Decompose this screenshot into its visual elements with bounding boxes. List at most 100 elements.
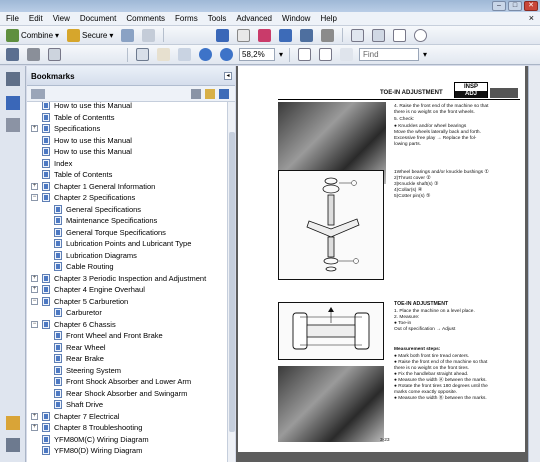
zoom-tool-button[interactable]: [176, 47, 193, 62]
text-field-button[interactable]: [349, 28, 366, 43]
bookmark-item[interactable]: Index: [31, 158, 72, 169]
checkbox-tool-button[interactable]: [391, 28, 408, 43]
expand-icon[interactable]: +: [31, 412, 38, 420]
close-document-icon[interactable]: ×: [529, 13, 534, 23]
delete-bookmark-icon[interactable]: [191, 89, 201, 99]
menu-help[interactable]: Help: [320, 14, 336, 23]
bookmark-item[interactable]: + Specifications: [31, 123, 100, 134]
save-button[interactable]: [4, 47, 21, 62]
email-button[interactable]: [46, 47, 63, 62]
menu-tools[interactable]: Tools: [208, 14, 227, 23]
chevron-down-icon[interactable]: ▾: [423, 50, 427, 59]
menu-edit[interactable]: Edit: [29, 14, 43, 23]
button-tool-button[interactable]: [370, 28, 387, 43]
bookmark-label: How to use this Manual: [54, 135, 132, 145]
bookmark-item[interactable]: Rear Wheel: [43, 342, 106, 353]
comments-panel-icon[interactable]: [6, 416, 20, 430]
bookmark-item[interactable]: Table of Contents: [31, 169, 112, 180]
collapse-icon[interactable]: −: [31, 194, 38, 201]
select-tool-button-2[interactable]: [134, 47, 151, 62]
expand-icon[interactable]: +: [31, 286, 38, 293]
pages-panel-icon[interactable]: [6, 72, 20, 86]
bookmark-item[interactable]: − Chapter 2 Specifications: [31, 192, 135, 203]
link-tool-button[interactable]: [256, 28, 273, 43]
crop-tool-button[interactable]: [298, 28, 315, 43]
review-button[interactable]: [140, 28, 157, 43]
bookmark-item[interactable]: YFM80(D) Wiring Diagram: [31, 445, 142, 456]
bookmark-item[interactable]: − Chapter 6 Chassis: [31, 319, 116, 330]
bookmark-item[interactable]: Lubrication Diagrams: [43, 250, 137, 261]
zoom-in-button[interactable]: [218, 47, 235, 62]
javascript-button[interactable]: [319, 28, 336, 43]
menu-file[interactable]: File: [6, 14, 19, 23]
menu-view[interactable]: View: [53, 14, 70, 23]
new-bookmark-icon[interactable]: [205, 89, 215, 99]
bookmark-item[interactable]: Shaft Drive: [43, 399, 103, 410]
attachments-panel-icon[interactable]: [6, 438, 20, 452]
close-window-icon[interactable]: ✕: [524, 1, 538, 11]
chevron-down-icon[interactable]: ▾: [279, 50, 283, 59]
combine-button[interactable]: Combine ▾: [4, 28, 61, 43]
bookmark-item[interactable]: Front Wheel and Front Brake: [43, 330, 163, 341]
zoom-out-button[interactable]: [197, 47, 214, 62]
bookmark-item[interactable]: Rear Shock Absorber and Swingarm: [43, 388, 187, 399]
page-fit-button[interactable]: [296, 47, 313, 62]
menu-comments[interactable]: Comments: [126, 14, 165, 23]
bookmark-item[interactable]: How to use this Manual: [31, 146, 132, 157]
print-button[interactable]: [25, 47, 42, 62]
expand-icon[interactable]: +: [31, 125, 38, 132]
section-line-1: 2. Measure:: [394, 315, 420, 320]
expand-icon[interactable]: +: [31, 274, 38, 282]
bookmark-item[interactable]: How to use this Manual: [31, 102, 132, 111]
bookmark-item[interactable]: + Chapter 4 Engine Overhaul: [31, 284, 145, 295]
collapse-icon[interactable]: −: [31, 320, 38, 328]
minimize-icon[interactable]: –: [492, 1, 506, 11]
maximize-icon[interactable]: □: [508, 1, 522, 11]
bookmark-item[interactable]: Steering System: [43, 365, 121, 376]
menu-advanced[interactable]: Advanced: [236, 14, 272, 23]
scroll-thumb[interactable]: [229, 132, 235, 432]
menu-window[interactable]: Window: [282, 14, 310, 23]
bookmark-item[interactable]: + Chapter 7 Electrical: [31, 411, 119, 422]
bookmark-item[interactable]: + Chapter 1 General Information: [31, 181, 155, 192]
signatures-panel-icon[interactable]: [6, 118, 20, 132]
bookmarks-toolbar: [27, 86, 235, 102]
bookmark-item[interactable]: General Specifications: [43, 204, 141, 215]
bookmarks-scrollbar[interactable]: [227, 102, 235, 462]
bookmark-item[interactable]: YFM80M(C) Wiring Diagram: [31, 434, 149, 445]
bookmark-item[interactable]: Front Shock Absorber and Lower Arm: [43, 376, 191, 387]
form-tool-button[interactable]: [277, 28, 294, 43]
menu-document[interactable]: Document: [80, 14, 116, 23]
ok-button[interactable]: [235, 28, 252, 43]
secure-button[interactable]: Secure ▾: [65, 28, 115, 43]
bookmark-item[interactable]: Rear Brake: [43, 353, 104, 364]
select-tool-button[interactable]: [214, 28, 231, 43]
expand-icon[interactable]: +: [31, 182, 38, 190]
bookmark-item[interactable]: General Torque Specifications: [43, 227, 166, 238]
bookmark-item[interactable]: − Chapter 5 Carburetion: [31, 296, 128, 307]
bookmarks-panel-icon[interactable]: [6, 96, 20, 110]
bookmark-item[interactable]: Cable Routing: [43, 261, 114, 272]
rotate-button[interactable]: [338, 47, 355, 62]
find-input[interactable]: Find: [359, 48, 420, 61]
bookmark-item[interactable]: Maintenance Specifications: [43, 215, 157, 226]
width-fit-button[interactable]: [317, 47, 334, 62]
collapse-panel-icon[interactable]: ◂: [224, 72, 232, 80]
collapse-icon[interactable]: −: [31, 297, 38, 305]
options-icon[interactable]: [31, 89, 45, 99]
bookmark-icon: [54, 308, 62, 317]
document-scrollbar[interactable]: [528, 66, 540, 462]
sign-button[interactable]: [119, 28, 136, 43]
bookmark-item[interactable]: Table of Contentts: [31, 112, 114, 123]
expand-icon[interactable]: +: [31, 424, 38, 431]
bookmark-item[interactable]: How to use this Manual: [31, 135, 132, 146]
radio-tool-button[interactable]: [412, 28, 429, 43]
zoom-level-field[interactable]: 58,2%: [239, 48, 275, 61]
bookmark-item[interactable]: + Chapter 8 Troubleshooting: [31, 422, 142, 433]
bookmark-item[interactable]: + Chapter 3 Periodic Inspection and Adjus…: [31, 273, 206, 284]
bookmark-item[interactable]: Lubrication Points and Lubricant Type: [43, 238, 191, 249]
menu-forms[interactable]: Forms: [175, 14, 198, 23]
bookmark-item[interactable]: Carburetor: [43, 307, 102, 318]
hand-tool-button[interactable]: [155, 47, 172, 62]
expand-bookmark-icon[interactable]: [219, 89, 229, 99]
